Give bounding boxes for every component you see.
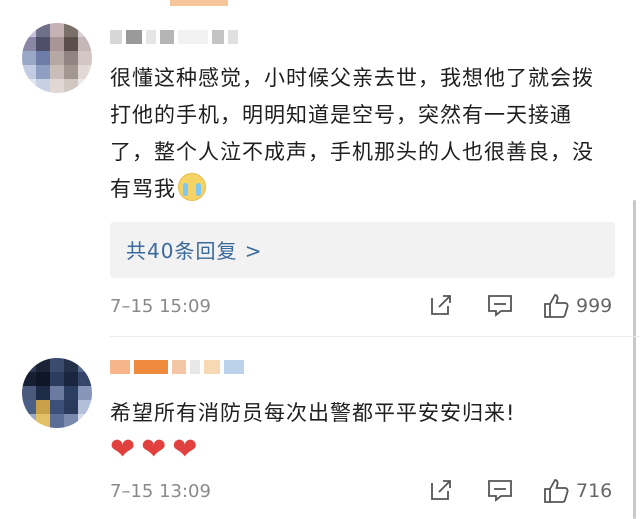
like-button[interactable]: 999 bbox=[542, 292, 612, 320]
comment-text: 希望所有消防员每次出警都平平安安归来! bbox=[110, 401, 516, 425]
comment-button[interactable] bbox=[486, 292, 514, 318]
comment-meta: 7–15 15:09 999 bbox=[110, 292, 620, 322]
heart-icon: ❤ bbox=[110, 432, 136, 467]
comment-meta: 7–15 13:09 716 bbox=[110, 477, 620, 507]
thumbs-up-icon bbox=[544, 294, 569, 318]
like-button[interactable]: 716 bbox=[542, 477, 612, 505]
share-icon bbox=[431, 480, 451, 500]
thumbs-up-icon bbox=[544, 479, 569, 503]
comment-card: 很懂这种感觉，小时候父亲去世，我想他了就会拨打他的手机，明明知道是空号，突然有一… bbox=[0, 0, 640, 332]
heart-icon: ❤ bbox=[141, 432, 167, 467]
share-button[interactable] bbox=[428, 292, 454, 318]
comment-icon bbox=[488, 480, 512, 502]
share-icon bbox=[431, 295, 451, 315]
timestamp: 7–15 13:09 bbox=[110, 481, 211, 502]
avatar[interactable] bbox=[22, 358, 92, 428]
username-pixelated[interactable] bbox=[110, 30, 238, 50]
heart-emoji-group: ❤ ❤ ❤ bbox=[110, 433, 197, 467]
avatar[interactable] bbox=[22, 23, 92, 93]
view-replies-link[interactable]: 共40条回复 > bbox=[126, 235, 263, 264]
comment-button[interactable] bbox=[486, 477, 514, 503]
crying-face-icon bbox=[178, 173, 206, 201]
divider bbox=[110, 336, 640, 337]
username-pixelated[interactable] bbox=[110, 360, 244, 380]
like-count: 716 bbox=[576, 480, 613, 502]
timestamp: 7–15 15:09 bbox=[110, 296, 211, 317]
share-button[interactable] bbox=[428, 477, 454, 503]
comment-text: 很懂这种感觉，小时候父亲去世，我想他了就会拨打他的手机，明明知道是空号，突然有一… bbox=[110, 66, 594, 201]
replies-box[interactable]: 共40条回复 > bbox=[110, 222, 615, 278]
comment-card: 希望所有消防员每次出警都平平安安归来! ❤ ❤ ❤ 7–15 13:09 716 bbox=[0, 338, 640, 519]
comment-icon bbox=[488, 295, 512, 317]
like-count: 999 bbox=[576, 295, 613, 317]
heart-icon: ❤ bbox=[172, 432, 198, 467]
